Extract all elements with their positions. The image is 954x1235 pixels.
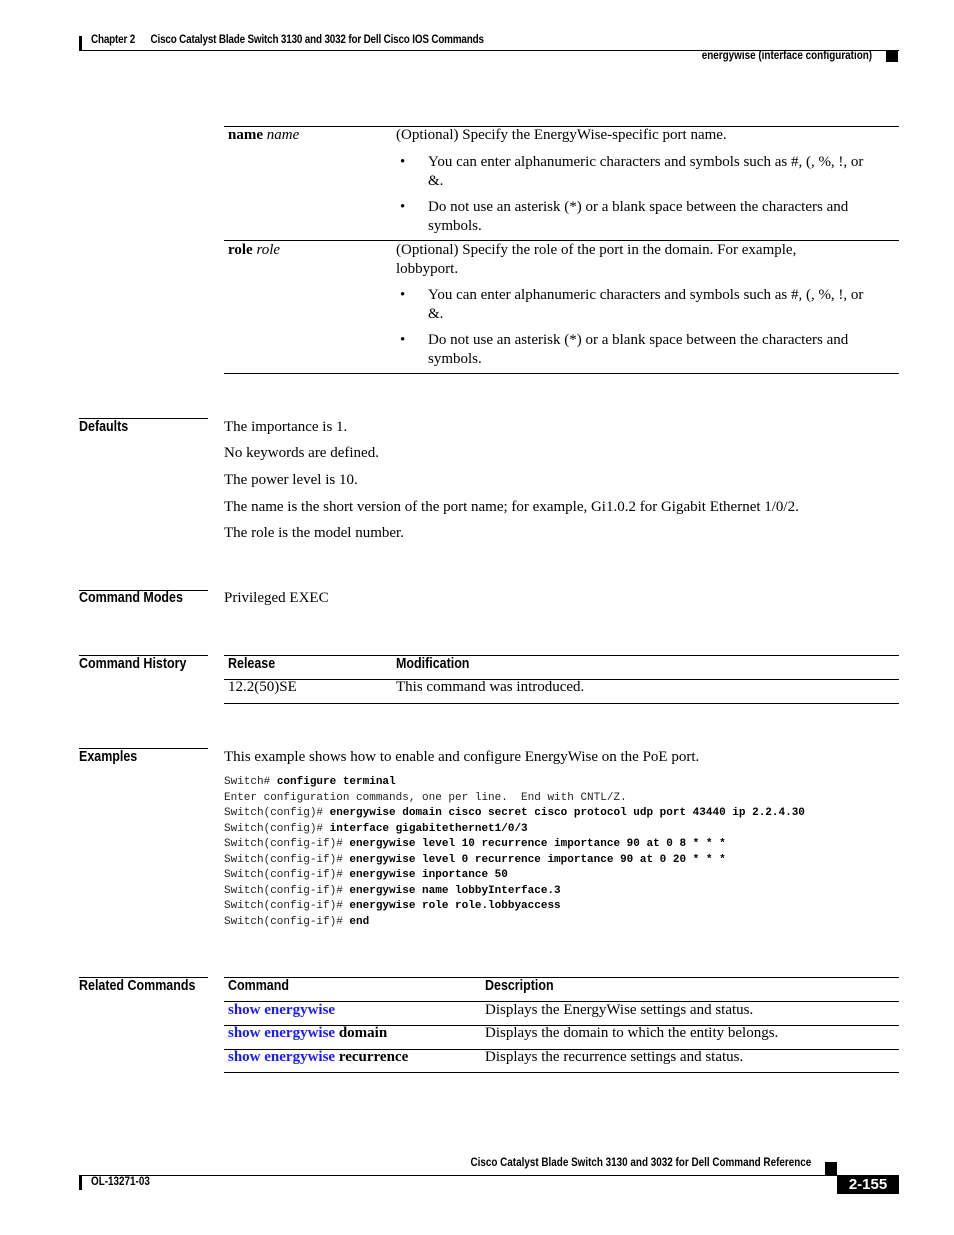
code-line: Switch(config-if)# end (224, 916, 370, 928)
bullet-icon: • (400, 154, 406, 170)
default-line: The power level is 10. (224, 472, 358, 488)
show-energywise-recurrence-link[interactable]: show energywise (228, 1049, 335, 1065)
default-line: The role is the model number. (224, 525, 404, 541)
examples-heading: Examples (79, 749, 138, 765)
argument: role (256, 242, 281, 258)
command-cell: show energywise (228, 1002, 335, 1019)
column-header-command: Command (228, 978, 289, 994)
footer-bar (79, 1175, 82, 1190)
show-energywise-link[interactable]: show energywise (228, 1002, 335, 1018)
column-header-description: Description (485, 978, 554, 994)
footer-marker (825, 1162, 837, 1175)
doc-number: OL-13271-03 (91, 1176, 150, 1188)
bullet-text: Do not use an asterisk (*) or a blank sp… (428, 332, 849, 348)
keyword: role (228, 242, 253, 258)
code-line: Switch(config-if)# energywise role role.… (224, 900, 561, 912)
code-line: Switch(config-if)# energywise inportance… (224, 869, 508, 881)
command-modes-heading: Command Modes (79, 590, 183, 606)
modification-cell: This command was introduced. (396, 679, 585, 695)
command-history-heading: Command History (79, 656, 187, 672)
table-rule (224, 655, 899, 656)
description-cell: Displays the recurrence settings and sta… (485, 1049, 744, 1065)
bullet-text: Do not use an asterisk (*) or a blank sp… (428, 199, 849, 215)
syntax-keyword: role role (228, 242, 280, 259)
table-rule (224, 1072, 899, 1073)
bullet-text: You can enter alphanumeric characters an… (428, 287, 864, 303)
examples-intro: This example shows how to enable and con… (224, 749, 700, 765)
column-header-modification: Modification (396, 656, 470, 672)
bullet-text: &. (428, 173, 444, 189)
bullet-text: &. (428, 306, 444, 322)
chapter-title: Chapter 2 Cisco Catalyst Blade Switch 31… (91, 34, 484, 46)
code-line: Switch(config-if)# energywise name lobby… (224, 885, 561, 897)
table-rule (224, 703, 899, 704)
table-rule (224, 373, 899, 374)
related-commands-heading: Related Commands (79, 978, 196, 994)
code-line: Enter configuration commands, one per li… (224, 792, 627, 804)
default-line: The importance is 1. (224, 419, 348, 435)
footer-title: Cisco Catalyst Blade Switch 3130 and 303… (470, 1157, 811, 1169)
default-line: The name is the short version of the por… (224, 499, 799, 515)
footer-rule (79, 1175, 837, 1176)
bullet-text: You can enter alphanumeric characters an… (428, 154, 864, 170)
bullet-icon: • (400, 199, 406, 215)
command-cell: show energywise domain (228, 1025, 388, 1041)
default-line: No keywords are defined. (224, 445, 379, 461)
release-cell: 12.2(50)SE (228, 679, 297, 695)
table-rule (224, 977, 899, 978)
page-number: 2-155 (837, 1175, 899, 1194)
code-line: Switch(config-if)# energywise level 10 r… (224, 838, 726, 850)
command-cell: show energywise recurrence (228, 1049, 409, 1065)
column-header-release: Release (228, 656, 276, 672)
syntax-description: (Optional) Specify the role of the port … (396, 242, 797, 277)
bullet-text: symbols. (428, 351, 482, 367)
command-mode-value: Privileged EXEC (224, 590, 329, 606)
header-marker (886, 51, 898, 62)
syntax-keyword: name name (228, 127, 299, 144)
show-energywise-domain-link[interactable]: show energywise (228, 1025, 335, 1041)
bullet-icon: • (400, 332, 406, 348)
header-bar (79, 36, 82, 51)
bullet-text: symbols. (428, 218, 482, 234)
argument: name (266, 127, 300, 143)
code-line: Switch(config)# energywise domain cisco … (224, 807, 805, 819)
bullet-icon: • (400, 287, 406, 303)
keyword: name (228, 127, 263, 143)
description-cell: Displays the domain to which the entity … (485, 1025, 779, 1041)
section-title: energywise (interface configuration) (701, 50, 872, 62)
description-cell: Displays the EnergyWise settings and sta… (485, 1002, 754, 1018)
syntax-description: (Optional) Specify the EnergyWise-specif… (396, 127, 727, 143)
defaults-heading: Defaults (79, 419, 129, 435)
code-line: Switch(config-if)# energywise level 0 re… (224, 854, 726, 866)
code-line: Switch# configure terminal (224, 776, 396, 788)
code-line: Switch(config)# interface gigabitetherne… (224, 823, 528, 835)
